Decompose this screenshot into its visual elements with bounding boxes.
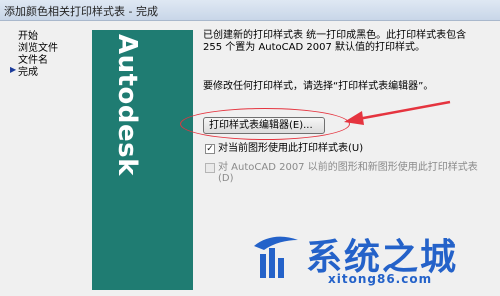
use-for-legacy-drawings-label: 对 AutoCAD 2007 以前的图形和新图形使用此打印样式表 <box>218 162 478 173</box>
watermark-bar-3 <box>278 258 284 278</box>
step-file-name: 文件名 <box>18 55 48 66</box>
title-bar: 添加颜色相关打印样式表 - 完成 <box>0 0 500 21</box>
window-title: 添加颜色相关打印样式表 - 完成 <box>4 5 158 18</box>
use-for-current-drawing-checkbox[interactable]: ✓ <box>205 144 215 154</box>
step-start: 开始 <box>18 31 38 42</box>
watermark: 系统之城 xitong86.com <box>250 228 500 296</box>
result-message-line2: 255 个置为 AutoCAD 2007 默认值的打印样式。 <box>203 42 425 53</box>
autodesk-logo: Autodesk <box>112 34 142 176</box>
watermark-url: xitong86.com <box>328 272 433 286</box>
watermark-bar-1 <box>260 254 266 278</box>
brand-panel: Autodesk <box>92 30 193 290</box>
use-for-legacy-drawings-label-line2: (D) <box>218 173 234 184</box>
instruction-text: 要修改任何打印样式，请选择“打印样式表编辑器”。 <box>203 81 434 92</box>
current-step-arrow-icon: ▶ <box>10 65 17 74</box>
arrow-shaft <box>357 100 451 121</box>
step-finish: 完成 <box>18 67 38 78</box>
plot-style-editor-button[interactable]: 打印样式表编辑器(E)... <box>203 117 325 134</box>
red-arrow-icon <box>344 100 451 125</box>
use-for-current-drawing-label: 对当前图形使用此打印样式表(U) <box>218 143 364 154</box>
watermark-swoosh <box>254 236 298 250</box>
watermark-logo-icon <box>254 236 298 278</box>
arrow-head <box>344 111 364 125</box>
watermark-bar-2 <box>269 248 275 278</box>
step-browse-file: 浏览文件 <box>18 43 58 54</box>
use-for-legacy-drawings-checkbox[interactable] <box>205 163 215 173</box>
